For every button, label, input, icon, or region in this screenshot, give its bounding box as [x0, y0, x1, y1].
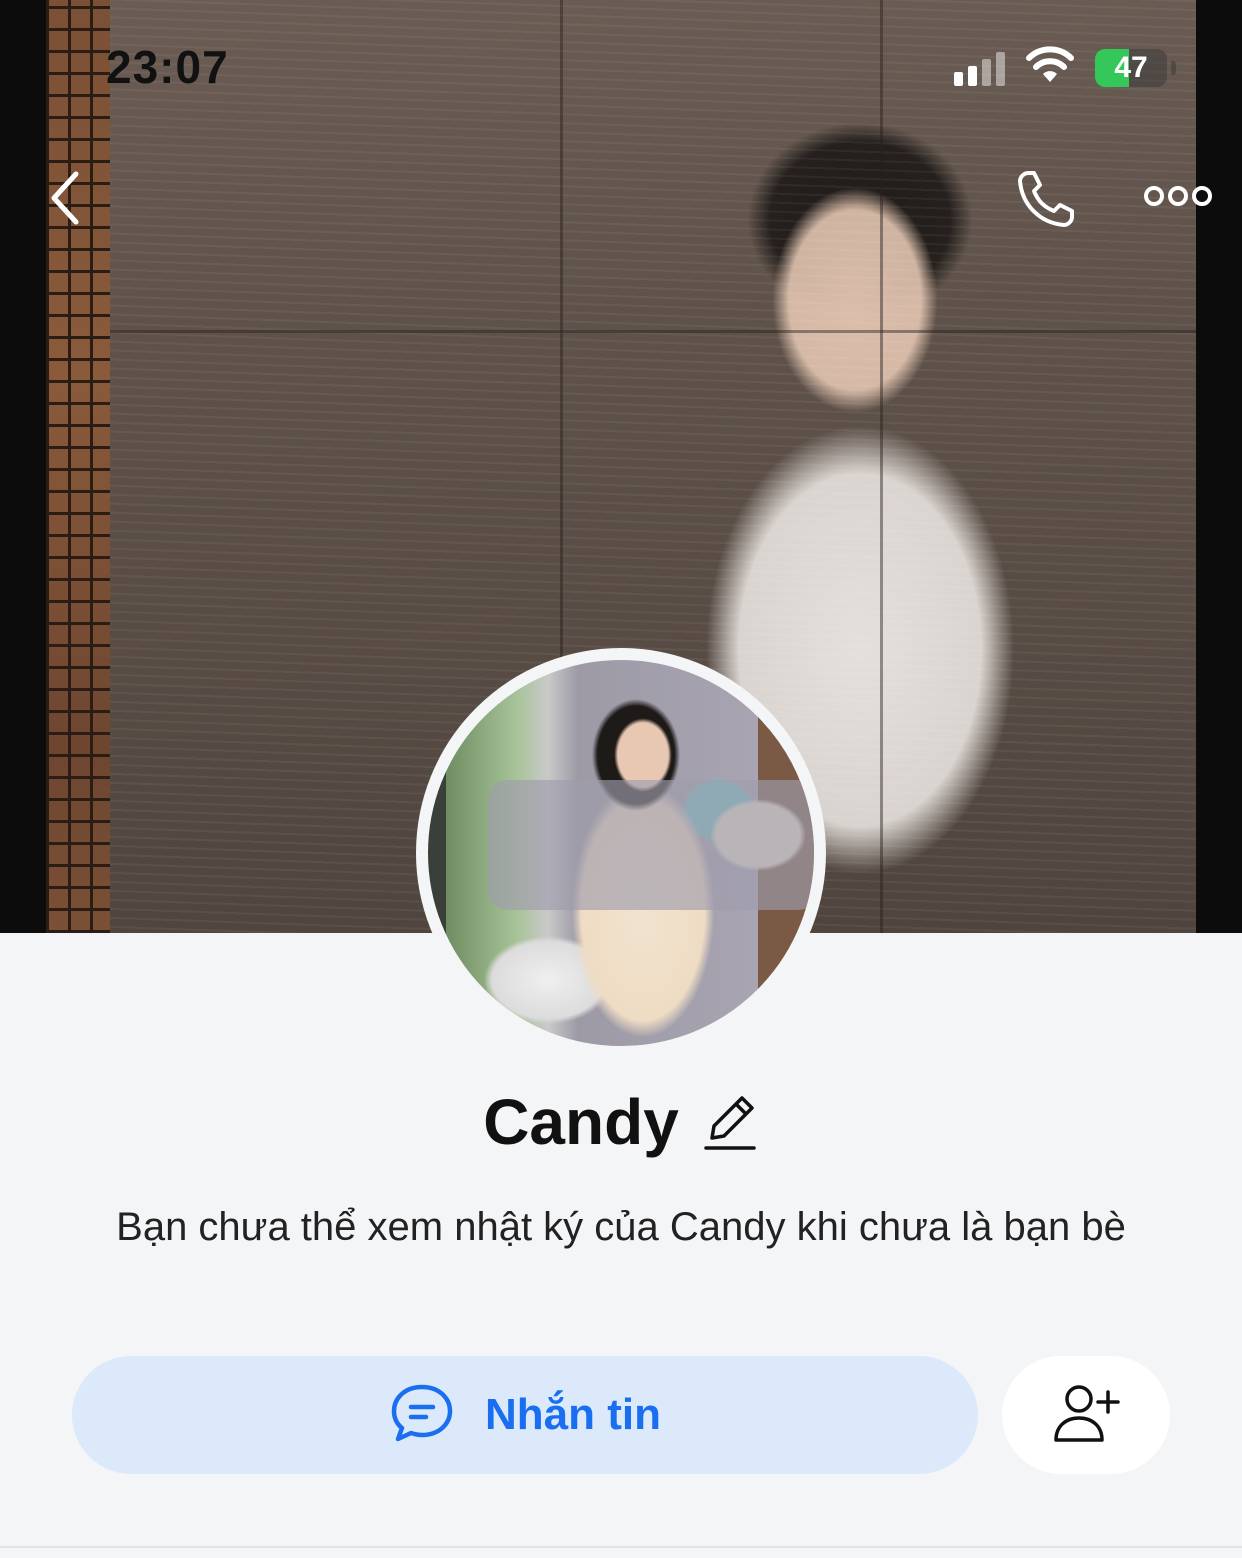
- phone-call-icon: [1014, 167, 1078, 236]
- battery-charging-icon: 47: [1095, 48, 1167, 87]
- cover-mosaic-wall: [46, 0, 110, 933]
- cover-tile-seam: [880, 0, 883, 933]
- battery-percent: 47: [1114, 50, 1148, 84]
- back-chevron-icon: [46, 170, 86, 231]
- pencil-icon[interactable]: [701, 1091, 759, 1153]
- battery-cap: [1171, 60, 1176, 75]
- call-button[interactable]: [1010, 165, 1082, 237]
- friendship-notice: Bạn chưa thể xem nhật ký của Candy khi c…: [116, 1205, 1126, 1249]
- cellular-signal-icon: [954, 50, 1005, 86]
- back-button[interactable]: [36, 170, 96, 230]
- wifi-icon: [1025, 46, 1075, 89]
- send-message-label: Nhắn tin: [485, 1390, 661, 1439]
- divider: [0, 1546, 1242, 1548]
- send-message-button[interactable]: Nhắn tin: [72, 1356, 978, 1474]
- status-time: 23:07: [106, 41, 229, 93]
- profile-name: Candy: [483, 1086, 679, 1158]
- profile-screen: 23:07 47 Candy Bạn chưa thể xem nhật ký …: [0, 0, 1242, 1558]
- add-friend-button[interactable]: [1002, 1356, 1170, 1474]
- chat-bubble-icon: [389, 1382, 455, 1449]
- profile-avatar[interactable]: [416, 648, 826, 1058]
- add-friend-icon: [1051, 1382, 1121, 1449]
- profile-name-row: Candy: [0, 1085, 1242, 1159]
- cover-tile-seam: [110, 330, 1210, 333]
- cover-edge: [0, 0, 46, 933]
- more-options-button[interactable]: [1140, 175, 1216, 221]
- status-icons: 47: [954, 46, 1176, 89]
- cover-edge: [1196, 0, 1242, 933]
- avatar-photo-detail: [488, 780, 814, 910]
- more-options-icon: [1142, 182, 1214, 215]
